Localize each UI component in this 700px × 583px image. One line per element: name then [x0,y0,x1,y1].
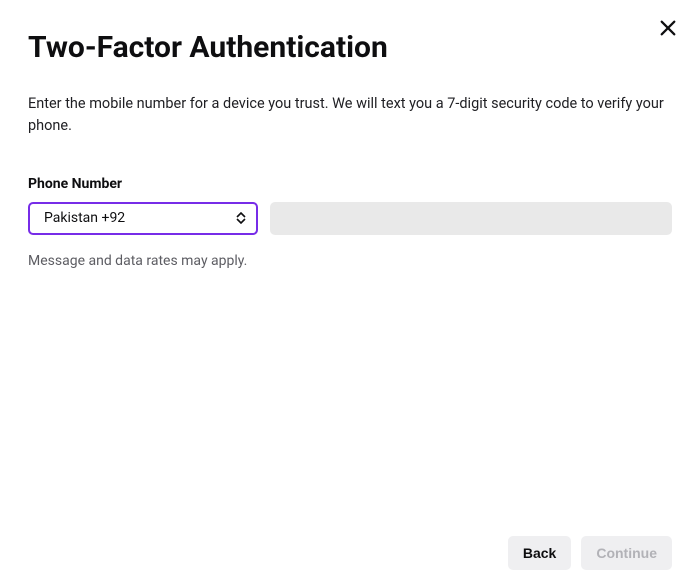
footer-actions: Back Continue [508,536,672,570]
helper-text: Message and data rates may apply. [28,253,672,269]
continue-button[interactable]: Continue [581,536,672,570]
chevron-up-down-icon [236,212,246,224]
country-code-select[interactable]: Pakistan +92 [28,202,258,235]
back-button[interactable]: Back [508,536,571,570]
close-button[interactable] [658,20,678,40]
page-title: Two-Factor Authentication [28,30,672,65]
phone-field-row: Pakistan +92 [28,202,672,235]
phone-number-input[interactable] [270,202,672,235]
close-icon [659,19,677,41]
phone-number-label: Phone Number [28,176,672,192]
country-selected-value: Pakistan +92 [44,210,125,226]
description-text: Enter the mobile number for a device you… [28,93,672,138]
